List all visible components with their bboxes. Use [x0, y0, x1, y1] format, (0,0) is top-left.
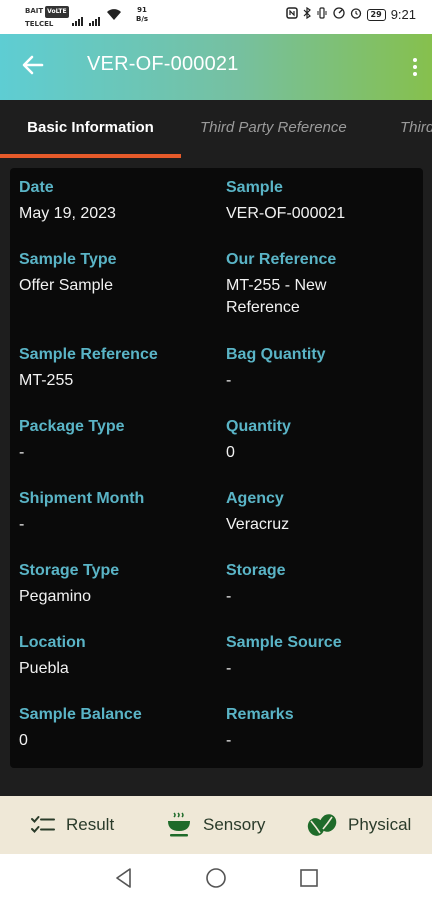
coffee-cup-icon: [165, 811, 193, 839]
carrier1-name: BAIT: [25, 7, 44, 15]
field-sample-balance: Sample Balance 0: [19, 704, 219, 752]
net-speed-unit: B/s: [136, 15, 149, 23]
signal-icon: [89, 17, 100, 26]
field-label: Package Type: [19, 418, 125, 435]
sensory-label: Sensory: [203, 815, 266, 834]
volte-badge: VoLTE: [45, 6, 69, 18]
field-value: -: [226, 732, 232, 749]
field-value: 0: [226, 444, 235, 461]
field-agency: Agency Veracruz: [226, 488, 416, 536]
field-label: Sample: [226, 179, 283, 196]
nfc-icon: [285, 7, 298, 22]
field-label: Bag Quantity: [226, 346, 326, 363]
field-shipment-month: Shipment Month -: [19, 488, 219, 536]
field-sample-source: Sample Source -: [226, 632, 416, 680]
status-bar: BAIT VoLTE TELCEL 91 B/s 29 9:21: [0, 0, 432, 34]
field-label: Storage: [226, 562, 286, 579]
field-location: Location Puebla: [19, 632, 219, 680]
signal-icon: [72, 17, 83, 26]
field-value: Offer Sample: [19, 277, 113, 294]
result-label: Result: [66, 815, 115, 834]
field-value: MT-255 - New Reference: [226, 277, 327, 316]
result-button[interactable]: Result: [30, 796, 114, 854]
field-storage: Storage -: [226, 560, 416, 608]
nav-back-icon[interactable]: [112, 866, 136, 890]
field-remarks: Remarks -: [226, 704, 416, 752]
field-label: Sample Reference: [19, 346, 158, 363]
field-value: Veracruz: [226, 516, 290, 533]
page-title: VER-OF-000021: [87, 53, 239, 75]
field-bag-quantity: Bag Quantity -: [226, 344, 416, 392]
field-value: VER-OF-000021: [226, 205, 346, 222]
field-value: -: [19, 516, 25, 533]
field-label: Remarks: [226, 706, 294, 723]
tab-third[interactable]: Third: [400, 100, 432, 158]
more-vert-icon[interactable]: [406, 52, 424, 82]
basic-information-card: Date May 19, 2023 Sample VER-OF-000021 S…: [10, 168, 423, 768]
back-arrow-icon[interactable]: [20, 52, 50, 82]
field-sample: Sample VER-OF-000021: [226, 177, 416, 225]
field-value: MT-255: [19, 372, 74, 389]
wifi-icon: [106, 8, 122, 26]
vibrate-icon: [316, 7, 328, 22]
field-date: Date May 19, 2023: [19, 177, 219, 225]
field-value: Pegamino: [19, 588, 92, 605]
net-speed-value: 91: [137, 6, 147, 14]
field-value: Puebla: [19, 660, 69, 677]
net-speed: 91 B/s: [136, 6, 148, 24]
field-label: Location: [19, 634, 86, 651]
tab-bar: Basic Information Third Party Reference …: [0, 100, 432, 158]
field-label: Agency: [226, 490, 284, 507]
field-label: Sample Balance: [19, 706, 142, 723]
field-value: -: [226, 372, 232, 389]
field-value: -: [226, 588, 232, 605]
bluetooth-icon: [303, 6, 311, 22]
tab-basic-information[interactable]: Basic Information: [0, 100, 181, 158]
field-label: Date: [19, 179, 54, 196]
field-sample-reference: Sample Reference MT-255: [19, 344, 219, 392]
field-quantity: Quantity 0: [226, 416, 416, 464]
field-label: Sample Source: [226, 634, 342, 651]
system-nav-bar: [0, 854, 432, 900]
field-sample-type: Sample Type Offer Sample: [19, 249, 219, 297]
field-label: Storage Type: [19, 562, 120, 579]
field-value: -: [226, 660, 232, 677]
tab-third-party-reference[interactable]: Third Party Reference: [200, 100, 347, 158]
nav-home-icon[interactable]: [204, 866, 228, 890]
signal-indicators: [72, 8, 122, 26]
sensory-button[interactable]: Sensory: [165, 796, 265, 854]
carrier2-name: TELCEL: [25, 20, 54, 28]
nav-recents-icon[interactable]: [297, 866, 321, 890]
field-value: May 19, 2023: [19, 205, 116, 222]
field-value: 0: [19, 732, 28, 749]
checklist-icon: [30, 814, 56, 836]
physical-label: Physical: [348, 815, 412, 834]
field-package-type: Package Type -: [19, 416, 219, 464]
battery-icon: 29: [366, 8, 386, 21]
physical-button[interactable]: Physical: [306, 796, 411, 854]
carrier-info: BAIT VoLTE TELCEL: [25, 5, 69, 30]
speedometer-icon: [332, 7, 345, 22]
bottom-action-bar: Result Sensory Physical: [0, 796, 432, 854]
coffee-beans-icon: [306, 812, 338, 838]
field-label: Shipment Month: [19, 490, 145, 507]
field-our-reference: Our Reference MT-255 - New Reference: [226, 249, 416, 319]
field-label: Sample Type: [19, 251, 117, 268]
app-bar: VER-OF-000021: [0, 34, 432, 100]
field-value: -: [19, 444, 25, 461]
status-right: 29 9:21: [285, 6, 416, 22]
field-label: Our Reference: [226, 251, 337, 268]
clock: 9:21: [390, 7, 416, 22]
field-label: Quantity: [226, 418, 291, 435]
field-storage-type: Storage Type Pegamino: [19, 560, 219, 608]
alarm-icon: [350, 7, 362, 22]
